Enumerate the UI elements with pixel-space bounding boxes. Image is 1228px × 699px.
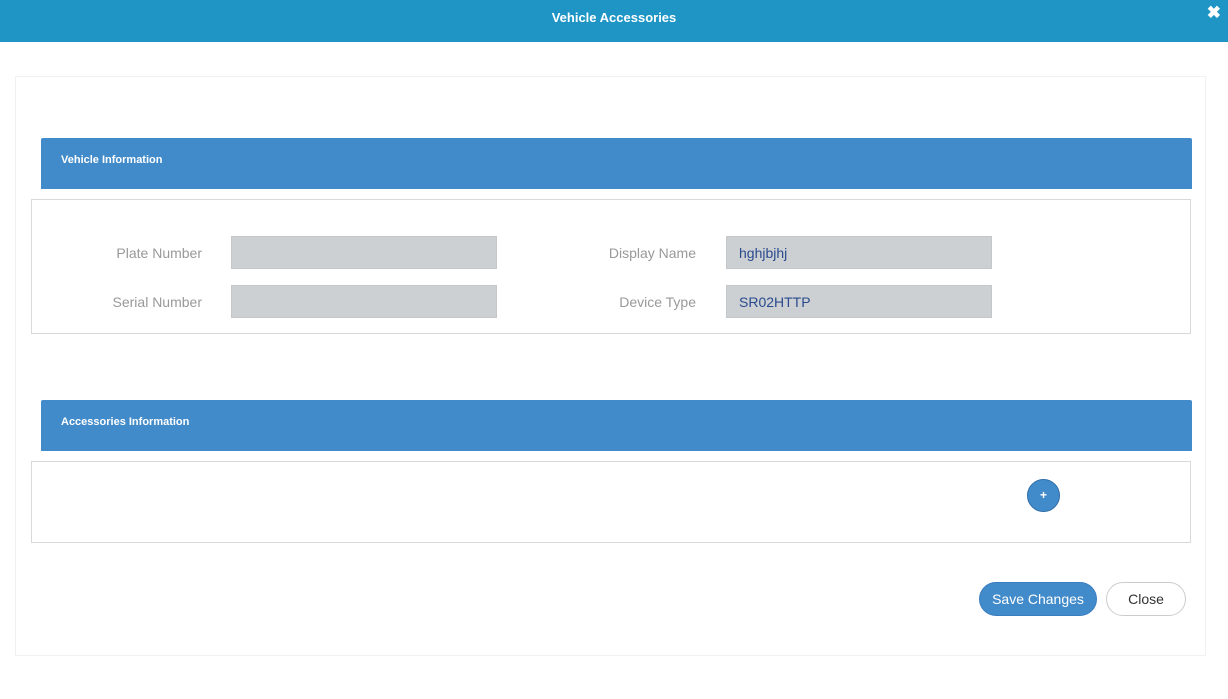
- device-type-input[interactable]: [726, 285, 992, 318]
- close-icon[interactable]: ✖: [1207, 4, 1221, 21]
- serial-number-input[interactable]: [231, 285, 497, 318]
- display-name-input[interactable]: [726, 236, 992, 269]
- plate-number-input[interactable]: [231, 236, 497, 269]
- modal-title: Vehicle Accessories: [551, 10, 677, 25]
- accessories-info-header: Accessories Information: [41, 400, 1192, 451]
- plate-number-label: Plate Number: [116, 245, 202, 261]
- close-button[interactable]: Close: [1106, 582, 1186, 616]
- serial-number-label: Serial Number: [112, 294, 202, 310]
- vehicle-info-panel: Plate Number Display Name Serial Number …: [31, 199, 1191, 334]
- modal-header: Vehicle Accessories ✖: [0, 0, 1228, 42]
- device-type-label: Device Type: [619, 294, 696, 310]
- accessories-info-title: Accessories Information: [61, 416, 190, 428]
- vehicle-info-header: Vehicle Information: [41, 138, 1192, 189]
- save-changes-button[interactable]: Save Changes: [979, 582, 1097, 616]
- display-name-label: Display Name: [608, 245, 696, 261]
- accessories-panel: +: [31, 461, 1191, 543]
- add-accessory-button[interactable]: +: [1027, 479, 1060, 512]
- vehicle-info-title: Vehicle Information: [61, 154, 163, 166]
